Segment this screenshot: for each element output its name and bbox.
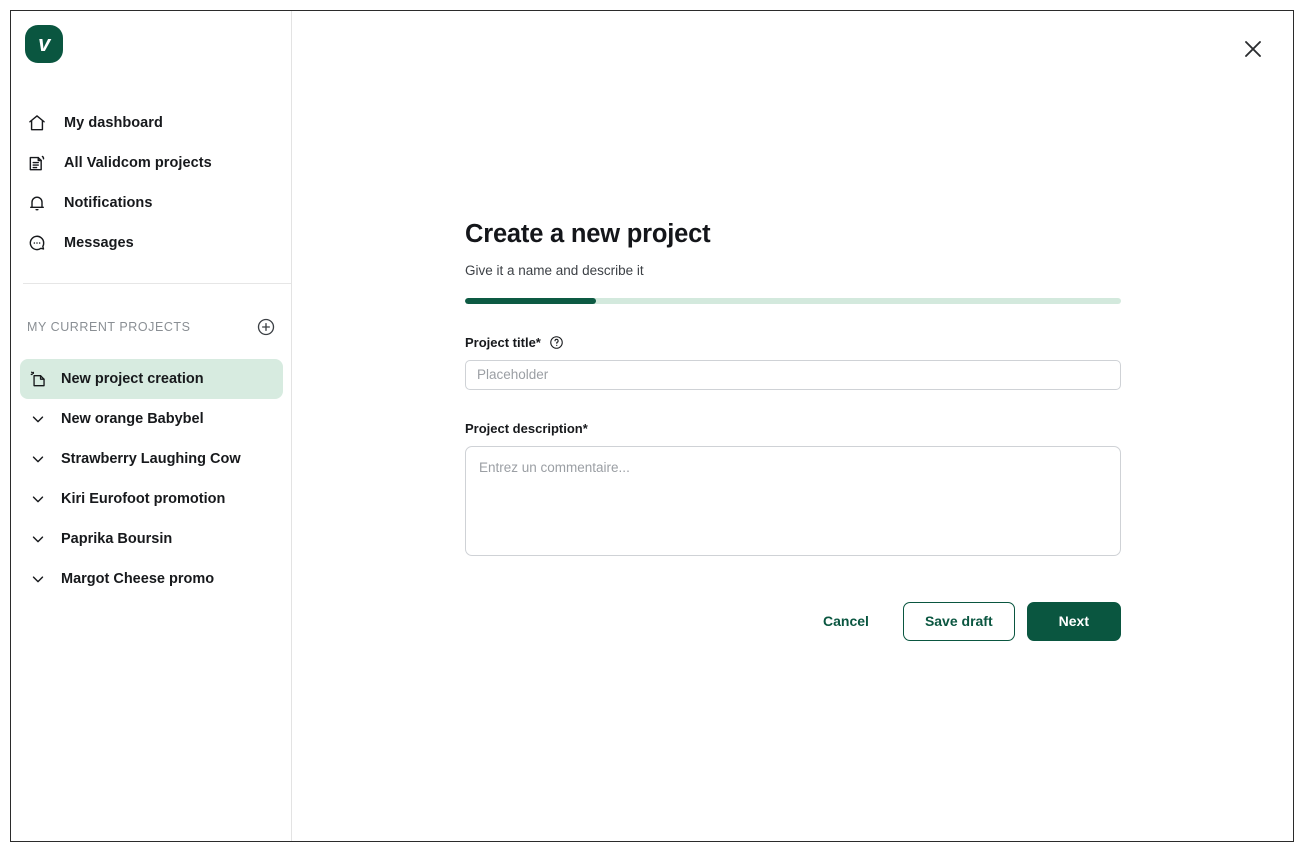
next-button[interactable]: Next	[1026, 601, 1121, 641]
sidebar-item-label: My dashboard	[64, 115, 163, 131]
project-description-field: Project description*	[465, 421, 1121, 561]
sidebar-project-margot-cheese-promo[interactable]: Margot Cheese promo	[20, 559, 283, 599]
sidebar-item-my-dashboard[interactable]: My dashboard	[11, 103, 291, 143]
sidebar-item-all-validcom-projects[interactable]: All Validcom projects	[11, 143, 291, 183]
chevron-down-icon	[28, 569, 48, 589]
sidebar-item-label: Notifications	[64, 195, 153, 211]
sidebar-item-messages[interactable]: Messages	[11, 223, 291, 263]
sidebar: v My dashboard All Validcom projects Not…	[11, 11, 292, 841]
sidebar-project-label: Kiri Eurofoot promotion	[61, 491, 226, 507]
sidebar-project-kiri-eurofoot-promotion[interactable]: Kiri Eurofoot promotion	[20, 479, 283, 519]
create-project-form: Create a new project Give it a name and …	[465, 219, 1121, 641]
progress-bar-fill	[465, 297, 597, 304]
sidebar-project-new-project-creation[interactable]: New project creation	[20, 359, 283, 399]
project-description-label-row: Project description*	[465, 421, 1121, 436]
application-window: v My dashboard All Validcom projects Not…	[10, 10, 1294, 842]
progress-bar	[465, 297, 1121, 304]
form-actions: Cancel Save draft Next	[465, 601, 1121, 641]
sidebar-project-label: New orange Babybel	[61, 411, 204, 427]
sidebar-project-strawberry-laughing-cow[interactable]: Strawberry Laughing Cow	[20, 439, 283, 479]
brand-logo[interactable]: v	[25, 25, 63, 63]
brand-logo-letter: v	[38, 31, 50, 56]
sidebar-divider	[23, 283, 291, 284]
project-description-label: Project description*	[465, 420, 588, 436]
add-page-icon	[28, 369, 48, 389]
chevron-down-icon	[28, 409, 48, 429]
sidebar-project-label: Margot Cheese promo	[61, 571, 215, 587]
close-icon[interactable]	[1236, 32, 1270, 66]
sidebar-project-new-orange-babybel[interactable]: New orange Babybel	[20, 399, 283, 439]
project-description-input[interactable]	[465, 445, 1121, 556]
sidebar-item-notifications[interactable]: Notifications	[11, 183, 291, 223]
cancel-button[interactable]: Cancel	[801, 605, 891, 637]
main-content: Create a new project Give it a name and …	[292, 11, 1293, 841]
projects-section-header: MY CURRENT PROJECTS	[11, 311, 292, 343]
chat-bubble-icon	[26, 232, 48, 254]
question-circle-icon[interactable]	[549, 335, 564, 350]
plus-circle-icon[interactable]	[256, 317, 276, 337]
sidebar-project-label: New project creation	[61, 371, 204, 387]
home-icon	[26, 112, 48, 134]
project-title-field: Project title*	[465, 335, 1121, 390]
sidebar-project-label: Strawberry Laughing Cow	[61, 451, 241, 467]
documents-icon	[26, 152, 48, 174]
chevron-down-icon	[28, 449, 48, 469]
chevron-down-icon	[28, 489, 48, 509]
projects-section-title: MY CURRENT PROJECTS	[27, 320, 191, 334]
project-title-input[interactable]	[465, 359, 1121, 390]
project-title-label: Project title*	[465, 334, 541, 350]
project-title-label-row: Project title*	[465, 335, 1121, 350]
sidebar-project-label: Paprika Boursin	[61, 531, 173, 547]
projects-list: New project creation New orange Babybel …	[11, 359, 292, 599]
page-title: Create a new project	[465, 220, 711, 248]
page-subtitle: Give it a name and describe it	[465, 262, 644, 278]
bell-icon	[26, 192, 48, 214]
save-draft-button[interactable]: Save draft	[902, 601, 1015, 641]
chevron-down-icon	[28, 529, 48, 549]
sidebar-project-paprika-boursin[interactable]: Paprika Boursin	[20, 519, 283, 559]
sidebar-item-label: Messages	[64, 235, 134, 251]
sidebar-item-label: All Validcom projects	[64, 155, 212, 171]
primary-navigation: My dashboard All Validcom projects Notif…	[11, 103, 291, 263]
